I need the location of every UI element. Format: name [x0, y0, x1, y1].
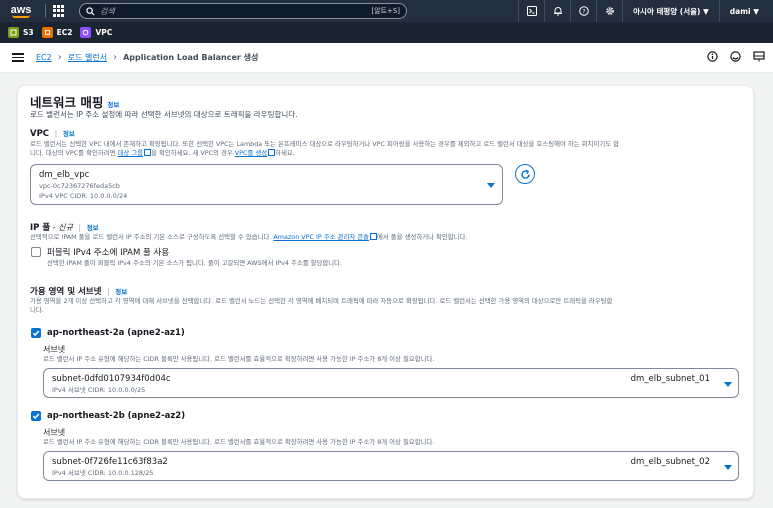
- cloudshell-icon[interactable]: [518, 0, 544, 22]
- az-name-1[interactable]: ap-northeast-2a (apne2-az1): [47, 328, 185, 338]
- favorites-bar: S3 EC2 VPC: [0, 22, 773, 43]
- subnet-cidr-1: IPv4 서브넷 CIDR: 10.0.0.0/25: [52, 386, 146, 394]
- network-mapping-panel: 네트워크 매핑 정보 로드 밸런서는 IP 주소 설정에 따라 선택한 서브넷의 …: [17, 85, 754, 499]
- subnet-id-2: subnet-0f726fe11c63f83a2: [52, 457, 168, 467]
- subnet-select-1[interactable]: subnet-0dfd0107934f0d04c IPv4 서브넷 CIDR: …: [43, 368, 739, 398]
- top-navigation: aws 검색 [알트+S] ? 아시아 태평양 (서울) ▼ dami ▼: [0, 0, 773, 22]
- hamburger-menu-icon[interactable]: [12, 51, 24, 64]
- vpc-selected-id: vpc-0c72367276feda5cb: [39, 182, 120, 190]
- ipam-pool-checkbox[interactable]: [31, 247, 41, 257]
- s3-icon: [8, 27, 19, 38]
- target-groups-link[interactable]: 대상 그룹: [118, 149, 144, 157]
- favorite-vpc[interactable]: VPC: [80, 27, 112, 38]
- ipam-pool-checkbox-desc: 선택한 IPAM 풀이 퍼블릭 IPv4 주소의 기본 소스가 됩니다. 풀이 …: [47, 259, 343, 267]
- section-info-link[interactable]: 정보: [107, 101, 119, 109]
- region-selector[interactable]: 아시아 태평양 (서울) ▼: [622, 0, 719, 22]
- external-link-icon: [370, 233, 377, 240]
- subnet-id-1: subnet-0dfd0107934f0d04c: [52, 374, 171, 384]
- checkmark-icon: [32, 330, 40, 337]
- vpc-desc-line1: 로드 밸런서는 선택한 VPC 내에서 존재하고 확장됩니다. 또한 선택한 V…: [30, 140, 619, 148]
- vpc-description: 로드 밸런서는 선택한 VPC 내에서 존재하고 확장됩니다. 또한 선택한 V…: [30, 140, 745, 158]
- az-info-link[interactable]: 정보: [115, 288, 127, 296]
- breadcrumb-bar: EC2 › 로드 밸런서 › Application Load Balancer…: [0, 43, 773, 73]
- help-icon[interactable]: ?: [570, 0, 596, 22]
- ipam-console-link[interactable]: Amazon VPC IP 주소 관리자 콘솔: [273, 233, 369, 241]
- notifications-bell-icon[interactable]: [544, 0, 570, 22]
- split-panel-icon[interactable]: [753, 51, 765, 62]
- chevron-right-icon: ›: [113, 52, 118, 63]
- vpc-desc-text: 하세요.: [275, 149, 295, 157]
- search-icon: [86, 6, 95, 16]
- ip-pool-description: 선택적으로 IPAM 풀을 로드 밸런서 IP 주소의 기본 소스로 구성하도록…: [30, 233, 745, 242]
- az-checkbox-apne2-az2[interactable]: [31, 411, 41, 421]
- vpc-select[interactable]: dm_elb_vpc vpc-0c72367276feda5cb IPv4 VP…: [30, 164, 503, 205]
- chevron-right-icon: ›: [57, 52, 62, 63]
- vpc-desc-text: 을 확인하세요. 새 VPC의 경우: [151, 149, 235, 157]
- subnet-desc-1: 로드 밸런서 IP 주소 유형에 해당하는 CIDR 블록만 사용됩니다. 로드…: [43, 355, 435, 363]
- section-description: 로드 밸런서는 IP 주소 설정에 따라 선택한 서브넷의 대상으로 트래픽을 …: [30, 110, 298, 119]
- az-label: 가용 영역 및 서브넷: [30, 287, 102, 297]
- subnet-label-2: 서브넷: [43, 428, 66, 437]
- vpc-label-row: VPC | 정보: [30, 129, 75, 139]
- vpc-info-link[interactable]: 정보: [63, 130, 75, 138]
- favorite-s3[interactable]: S3: [8, 27, 34, 38]
- az-description: 가용 영역을 2개 이상 선택하고 각 영역에 대해 서브넷을 선택합니다. 로…: [30, 297, 745, 315]
- subnet-desc-2: 로드 밸런서 IP 주소 유형에 해당하는 CIDR 블록만 사용됩니다. 로드…: [43, 438, 435, 446]
- refresh-icon: [520, 169, 530, 179]
- vpc-desc-text: 니다. 대상의 VPC를 확인하려면: [30, 149, 118, 157]
- subnet-cidr-2: IPv4 서브넷 CIDR: 10.0.0.128/25: [52, 469, 154, 477]
- services-grid-icon[interactable]: [53, 5, 65, 17]
- vpc-selected-name: dm_elb_vpc: [39, 170, 90, 180]
- status-circle-icon[interactable]: [730, 51, 741, 62]
- ip-pool-desc-text: 선택적으로 IPAM 풀을 로드 밸런서 IP 주소의 기본 소스로 구성하도록…: [30, 233, 274, 241]
- create-vpc-link[interactable]: VPC를 생성: [235, 149, 267, 157]
- subnet-name-1: dm_elb_subnet_01: [630, 374, 710, 384]
- vpc-icon: [80, 27, 92, 38]
- caret-down-icon: [724, 465, 732, 470]
- vpc-label: VPC: [30, 129, 50, 139]
- ec2-icon: [41, 27, 53, 38]
- ip-pool-new-tag: - 신규: [50, 223, 73, 232]
- ip-pool-info-link[interactable]: 정보: [87, 224, 99, 232]
- subnet-name-2: dm_elb_subnet_02: [630, 457, 710, 467]
- az-desc-line2: 니다.: [30, 306, 44, 314]
- ipam-pool-checkbox-label[interactable]: 퍼블릭 IPv4 주소에 IPAM 풀 사용: [47, 246, 169, 258]
- external-link-icon: [144, 149, 152, 156]
- breadcrumb-current: Application Load Balancer 생성: [123, 53, 259, 62]
- ip-pool-desc-text: 에서 풀을 생성하거나 확인합니다.: [377, 233, 468, 241]
- az-name-2[interactable]: ap-northeast-2b (apne2-az2): [47, 411, 185, 421]
- favorite-ec2[interactable]: EC2: [41, 27, 73, 38]
- breadcrumb-ec2[interactable]: EC2: [36, 53, 52, 62]
- checkmark-icon: [32, 413, 40, 420]
- aws-logo-text: aws: [10, 3, 32, 16]
- breadcrumb-load-balancers[interactable]: 로드 밸런서: [68, 52, 107, 63]
- caret-down-icon: [487, 183, 495, 188]
- info-circle-icon[interactable]: [707, 51, 718, 62]
- favorite-label: EC2: [56, 28, 73, 37]
- ip-pool-label-row: IP 풀 - 신규 | 정보: [30, 223, 99, 233]
- favorite-label: S3: [23, 28, 34, 37]
- user-menu[interactable]: dami ▼: [718, 0, 769, 22]
- az-label-row: 가용 영역 및 서브넷 | 정보: [30, 287, 128, 297]
- search-placeholder: 검색: [100, 6, 115, 16]
- az-checkbox-apne2-az1[interactable]: [31, 328, 41, 338]
- ip-pool-label: IP 풀: [30, 223, 51, 233]
- search-input[interactable]: 검색 [알트+S]: [79, 3, 407, 19]
- aws-logo[interactable]: aws: [4, 0, 38, 22]
- settings-gear-icon[interactable]: [596, 0, 622, 22]
- refresh-button[interactable]: [515, 164, 535, 184]
- external-link-icon: [268, 149, 276, 156]
- search-shortcut: [알트+S]: [371, 7, 400, 15]
- az-desc-line1: 가용 영역을 2개 이상 선택하고 각 영역에 대해 서브넷을 선택합니다. 로…: [30, 297, 613, 305]
- subnet-select-2[interactable]: subnet-0f726fe11c63f83a2 IPv4 서브넷 CIDR: …: [43, 451, 739, 481]
- favorite-label: VPC: [95, 28, 113, 37]
- section-title: 네트워크 매핑: [30, 95, 104, 110]
- caret-down-icon: [724, 382, 732, 387]
- svg-text:?: ?: [582, 8, 585, 15]
- vpc-selected-cidr: IPv4 VPC CIDR: 10.0.0.0/24: [39, 192, 128, 200]
- subnet-label-1: 서브넷: [43, 345, 66, 354]
